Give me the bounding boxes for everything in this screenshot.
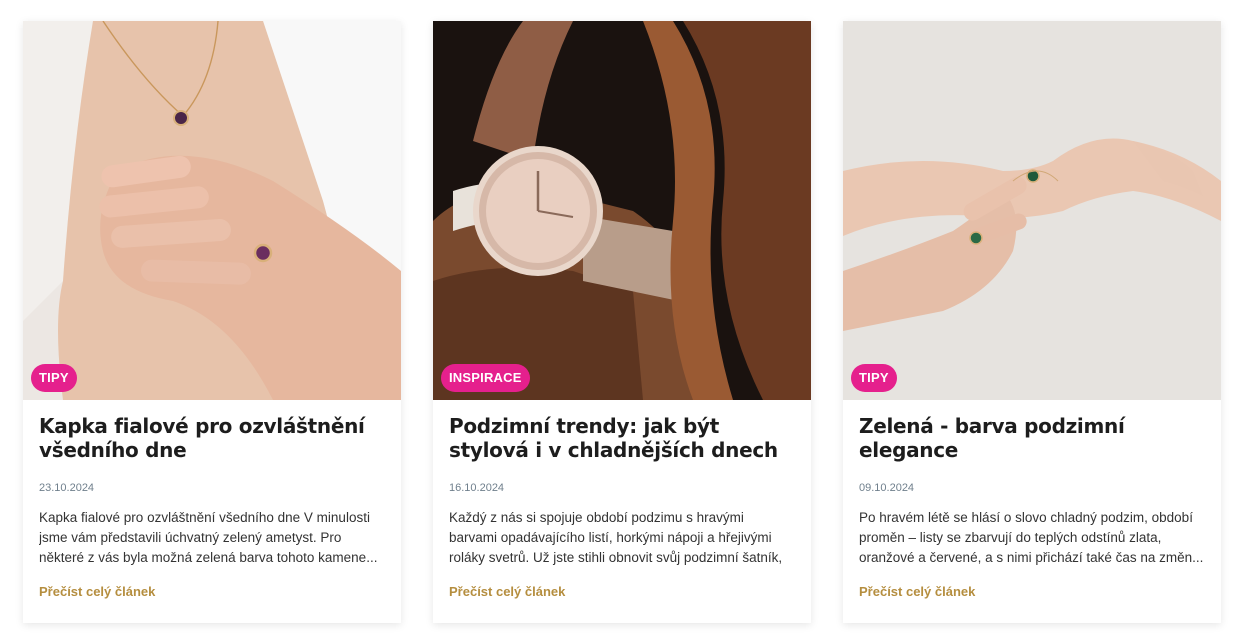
- article-title[interactable]: Kapka fialové pro ozvláštnění všedního d…: [39, 414, 385, 462]
- read-more-link[interactable]: Přečíst celý článek: [39, 584, 155, 599]
- read-more-link[interactable]: Přečíst celý článek: [859, 584, 975, 599]
- article-image[interactable]: [433, 21, 811, 400]
- article-photo-green-jewelry: [843, 21, 1221, 400]
- article-excerpt: Každý z nás si spojuje období podzimu s …: [449, 510, 783, 565]
- read-more-link[interactable]: Přečíst celý článek: [449, 584, 565, 599]
- category-badge[interactable]: INSPIRACE: [441, 364, 530, 392]
- article-cards: TIPY Kapka fialové pro ozvláštnění všedn…: [23, 21, 1221, 623]
- article-excerpt: Kapka fialové pro ozvláštnění všedního d…: [39, 510, 378, 565]
- article-excerpt: Po hravém létě se hlásí o slovo chladný …: [859, 510, 1204, 565]
- article-date: 23.10.2024: [39, 482, 95, 494]
- article-card[interactable]: INSPIRACE Podzimní trendy: jak být stylo…: [433, 21, 811, 623]
- article-photo-necklace-ring: [23, 21, 401, 400]
- article-date: 09.10.2024: [859, 482, 915, 494]
- article-date: 16.10.2024: [449, 482, 505, 494]
- article-image[interactable]: [843, 21, 1221, 400]
- article-title[interactable]: Zelená - barva podzimní elegance: [859, 414, 1205, 462]
- category-badge[interactable]: TIPY: [851, 364, 897, 392]
- article-card[interactable]: TIPY Zelená - barva podzimní elegance 09…: [843, 21, 1221, 623]
- category-badge[interactable]: TIPY: [31, 364, 77, 392]
- article-photo-watch: [433, 21, 811, 400]
- article-card[interactable]: TIPY Kapka fialové pro ozvláštnění všedn…: [23, 21, 401, 623]
- article-title[interactable]: Podzimní trendy: jak být stylová i v chl…: [449, 414, 795, 462]
- article-image[interactable]: [23, 21, 401, 400]
